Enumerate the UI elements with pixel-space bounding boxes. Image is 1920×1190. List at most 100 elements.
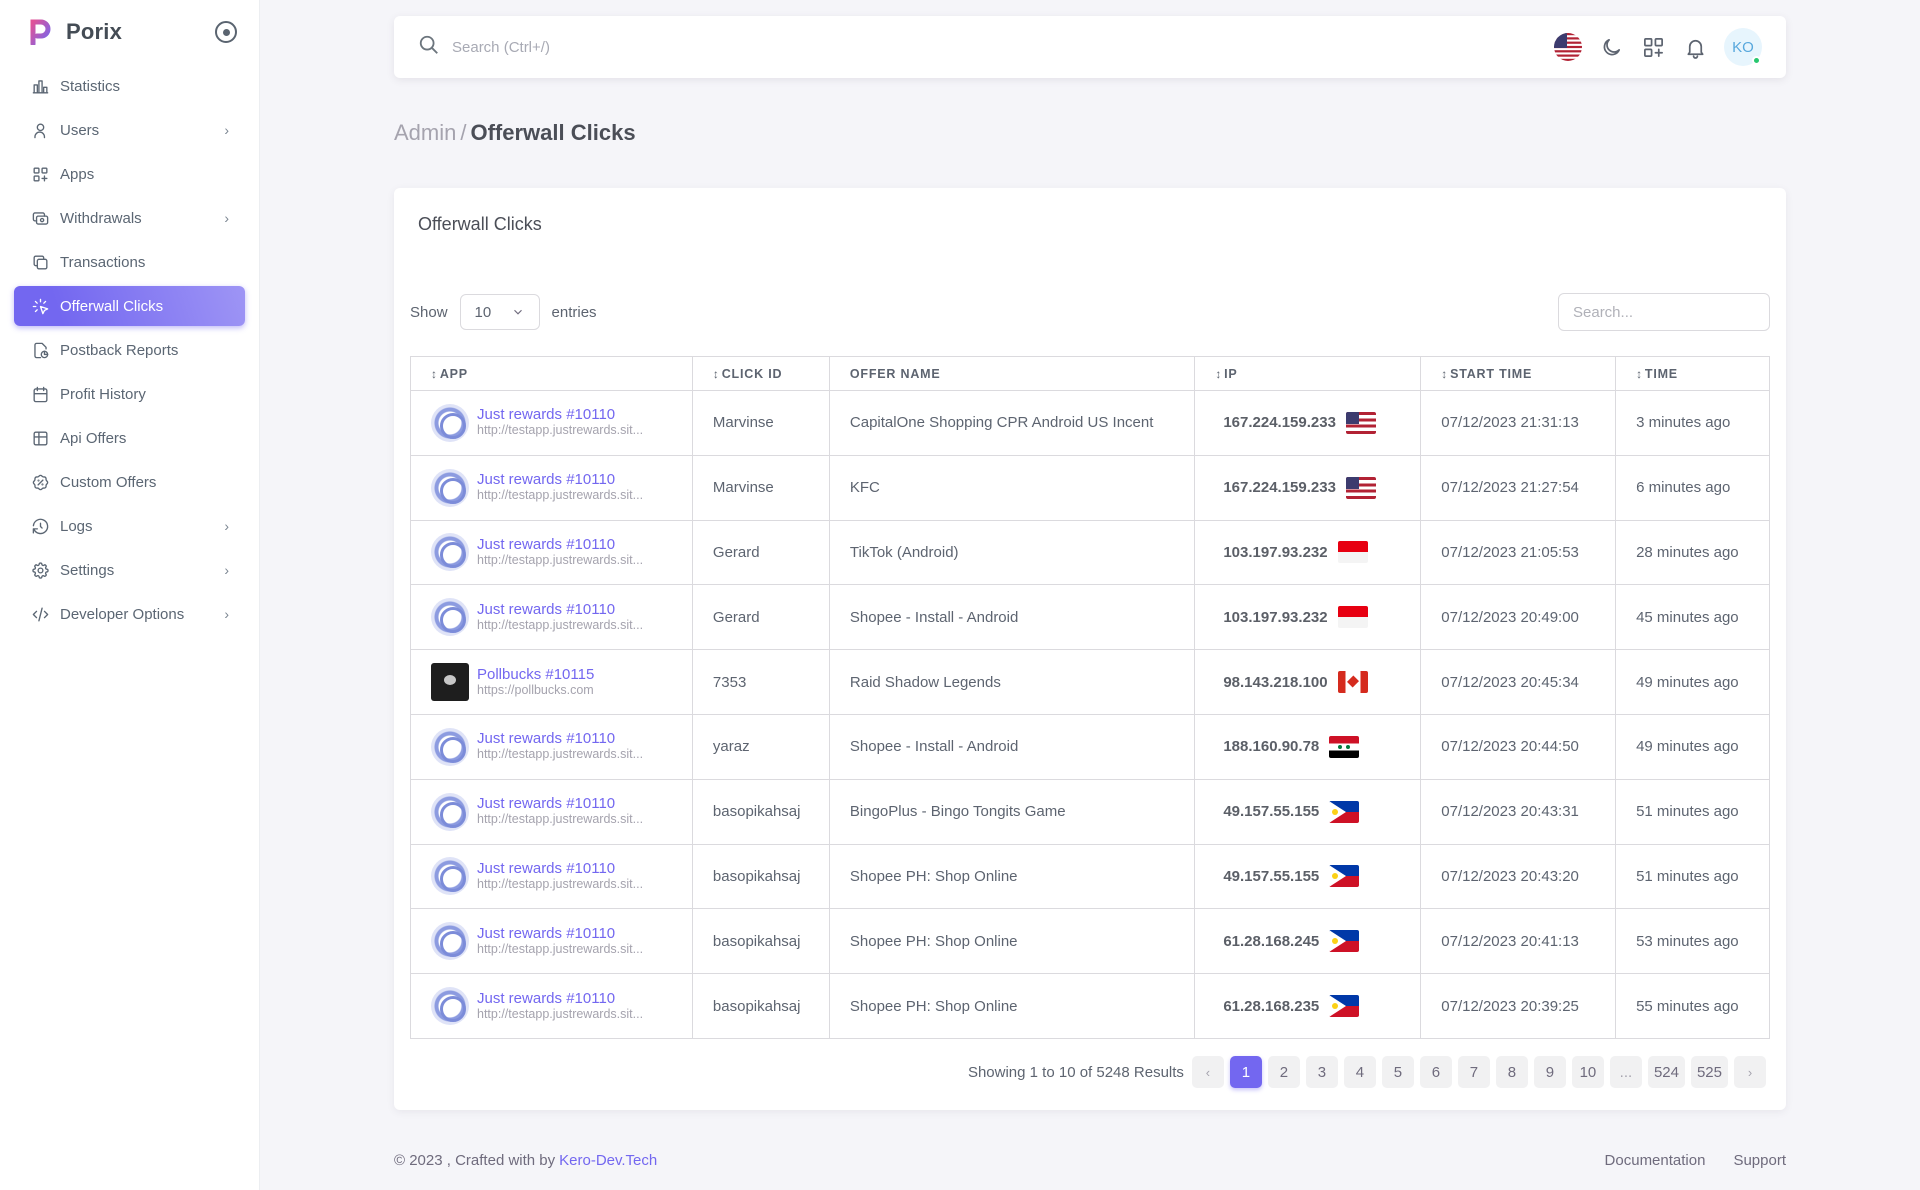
- footer-link-support[interactable]: Support: [1733, 1152, 1786, 1169]
- app-name-link[interactable]: Pollbucks #10115: [477, 666, 594, 683]
- pagination-page-10[interactable]: 10: [1571, 1056, 1604, 1088]
- relative-time-cell: 51 minutes ago: [1615, 843, 1770, 910]
- app-name-link[interactable]: Just rewards #10110: [477, 731, 643, 747]
- footer-link-documentation[interactable]: Documentation: [1605, 1152, 1706, 1169]
- sidebar-toggle-icon[interactable]: [215, 21, 237, 43]
- column-header-click-id[interactable]: ↕ CLICK ID: [691, 356, 830, 391]
- app-name-link[interactable]: Just rewards #10110: [477, 536, 643, 553]
- sidebar-item-users[interactable]: Users ›: [14, 110, 245, 150]
- sidebar-item-withdrawals[interactable]: Withdrawals ›: [14, 198, 245, 238]
- app-logo: [431, 663, 469, 702]
- ip-address: 61.28.168.235: [1223, 997, 1320, 1015]
- sidebar-item-logs[interactable]: Logs ›: [14, 506, 245, 546]
- globe-icon: [431, 533, 469, 572]
- app-name-link[interactable]: Just rewards #10110: [477, 860, 643, 877]
- copy-icon: [30, 252, 50, 272]
- app-name-link[interactable]: Just rewards #10110: [477, 990, 643, 1007]
- pagination-info: Showing 1 to 10 of 5248 Results: [967, 1063, 1184, 1081]
- pagination-page-1[interactable]: 1: [1229, 1056, 1262, 1088]
- dark-mode-icon[interactable]: [1598, 34, 1624, 60]
- ip-address: 103.197.93.232: [1223, 608, 1328, 626]
- breadcrumb-parent[interactable]: Admin: [394, 120, 456, 145]
- app-url: http://testapp.justrewards.sit...: [477, 747, 644, 762]
- pagination-prev-button[interactable]: ‹: [1191, 1056, 1224, 1088]
- pagination-page-5[interactable]: 5: [1381, 1056, 1414, 1088]
- table-search-input[interactable]: [1558, 293, 1770, 331]
- sidebar-item-api-offers[interactable]: Api Offers: [14, 418, 245, 458]
- sidebar-item-transactions[interactable]: Transactions: [14, 242, 245, 282]
- start-time-cell: 07/12/2023 20:43:20: [1420, 843, 1617, 910]
- ip-wrap: 49.157.55.155: [1223, 800, 1400, 823]
- column-header-label: TIME: [1644, 366, 1678, 381]
- globe-icon: [431, 922, 469, 961]
- entries-select[interactable]: 10: [459, 294, 540, 330]
- click-id-cell: basopikahsaj: [691, 778, 830, 845]
- app-name-link[interactable]: Just rewards #10110: [477, 796, 643, 812]
- country-flag-sy-icon: [1329, 735, 1360, 758]
- column-header-start-time[interactable]: ↕ START TIME: [1420, 356, 1617, 391]
- avatar-initials: KO: [1732, 38, 1754, 56]
- cash-icon: [30, 208, 50, 228]
- column-header-time[interactable]: ↕ TIME: [1615, 356, 1770, 391]
- sidebar-item-offerwall-clicks[interactable]: Offerwall Clicks: [14, 286, 245, 326]
- language-flag-icon[interactable]: [1554, 33, 1582, 61]
- pagination-page-2[interactable]: 2: [1267, 1056, 1300, 1088]
- relative-time-cell: 55 minutes ago: [1615, 973, 1770, 1039]
- ip-cell: 103.197.93.232: [1194, 519, 1422, 586]
- globe-icon: [431, 403, 469, 442]
- page-title: Offerwall Clicks: [470, 120, 636, 145]
- sidebar-item-statistics[interactable]: Statistics: [14, 66, 245, 106]
- app-cell: Just rewards #10110 http://testapp.justre…: [410, 973, 693, 1039]
- footer-brand-link[interactable]: Kero-Dev.Tech: [559, 1152, 657, 1169]
- user-avatar[interactable]: KO: [1724, 28, 1762, 66]
- pagination-page-8[interactable]: 8: [1495, 1056, 1528, 1088]
- app-url: http://testapp.justrewards.sit...: [477, 812, 644, 827]
- table-row: Just rewards #10110 http://testapp.justre…: [410, 973, 1770, 1039]
- chevron-right-icon: ›: [224, 518, 229, 534]
- sidebar-item-custom-offers[interactable]: Custom Offers: [14, 462, 245, 502]
- click-id-cell: basopikahsaj: [691, 908, 830, 975]
- click-id-cell: Gerard: [691, 519, 830, 586]
- pagination-next-button[interactable]: ›: [1734, 1056, 1766, 1088]
- bell-icon[interactable]: [1682, 34, 1708, 60]
- sidebar-item-settings[interactable]: Settings ›: [14, 550, 245, 590]
- shortcuts-icon[interactable]: [1640, 34, 1666, 60]
- sidebar-item-label: Developer Options: [60, 605, 185, 623]
- ip-address: 61.28.168.245: [1223, 932, 1320, 950]
- sidebar-item-apps[interactable]: Apps: [14, 154, 245, 194]
- pagination-page-3[interactable]: 3: [1305, 1056, 1338, 1088]
- app-name-link[interactable]: Just rewards #10110: [477, 407, 643, 423]
- app-name-link[interactable]: Just rewards #10110: [477, 472, 643, 488]
- sidebar-menu: Statistics Users › Apps Withdrawals › Transact…: [0, 64, 259, 640]
- sidebar-item-postback-reports[interactable]: Postback Reports: [14, 330, 245, 370]
- pagination-page-6[interactable]: 6: [1419, 1056, 1452, 1088]
- ip-wrap: 167.224.159.233: [1223, 411, 1400, 434]
- ip-cell: 61.28.168.245: [1194, 908, 1422, 975]
- click-icon: [30, 296, 50, 316]
- app-cell: Just rewards #10110 http://testapp.justre…: [410, 519, 693, 586]
- search-icon[interactable]: [418, 34, 440, 60]
- footer-copyright: © 2023 , Crafted with by: [394, 1152, 556, 1169]
- sidebar-item-profit-history[interactable]: Profit History: [14, 374, 245, 414]
- chevron-right-icon: ›: [224, 606, 229, 622]
- app-text: Just rewards #10110 http://testapp.justre…: [477, 925, 643, 957]
- offer-name-cell: TikTok (Android): [828, 519, 1196, 586]
- sidebar-item-developer-options[interactable]: Developer Options ›: [14, 594, 245, 634]
- pagination-page-525[interactable]: 525: [1690, 1056, 1728, 1088]
- globe-icon: [431, 727, 469, 766]
- global-search-input[interactable]: [452, 38, 852, 56]
- pagination-page-7[interactable]: 7: [1457, 1056, 1490, 1088]
- sort-icon: ↕: [712, 366, 720, 381]
- pagination-page-4[interactable]: 4: [1343, 1056, 1376, 1088]
- app-name-link[interactable]: Just rewards #10110: [477, 601, 643, 618]
- column-header-offer-name: OFFER NAME: [828, 356, 1196, 391]
- ip-address: 188.160.90.78: [1223, 738, 1320, 756]
- app-name-link[interactable]: Just rewards #10110: [477, 925, 643, 942]
- pagination-page-524[interactable]: 524: [1647, 1056, 1685, 1088]
- column-header-app[interactable]: ↕ APP: [410, 356, 693, 391]
- app-url: http://testapp.justrewards.sit...: [477, 488, 644, 503]
- column-header-ip[interactable]: ↕ IP: [1194, 356, 1422, 391]
- table-row: Just rewards #10110 http://testapp.justre…: [410, 519, 1770, 586]
- pagination-page-9[interactable]: 9: [1533, 1056, 1566, 1088]
- sidebar-item-label: Offerwall Clicks: [60, 297, 164, 315]
